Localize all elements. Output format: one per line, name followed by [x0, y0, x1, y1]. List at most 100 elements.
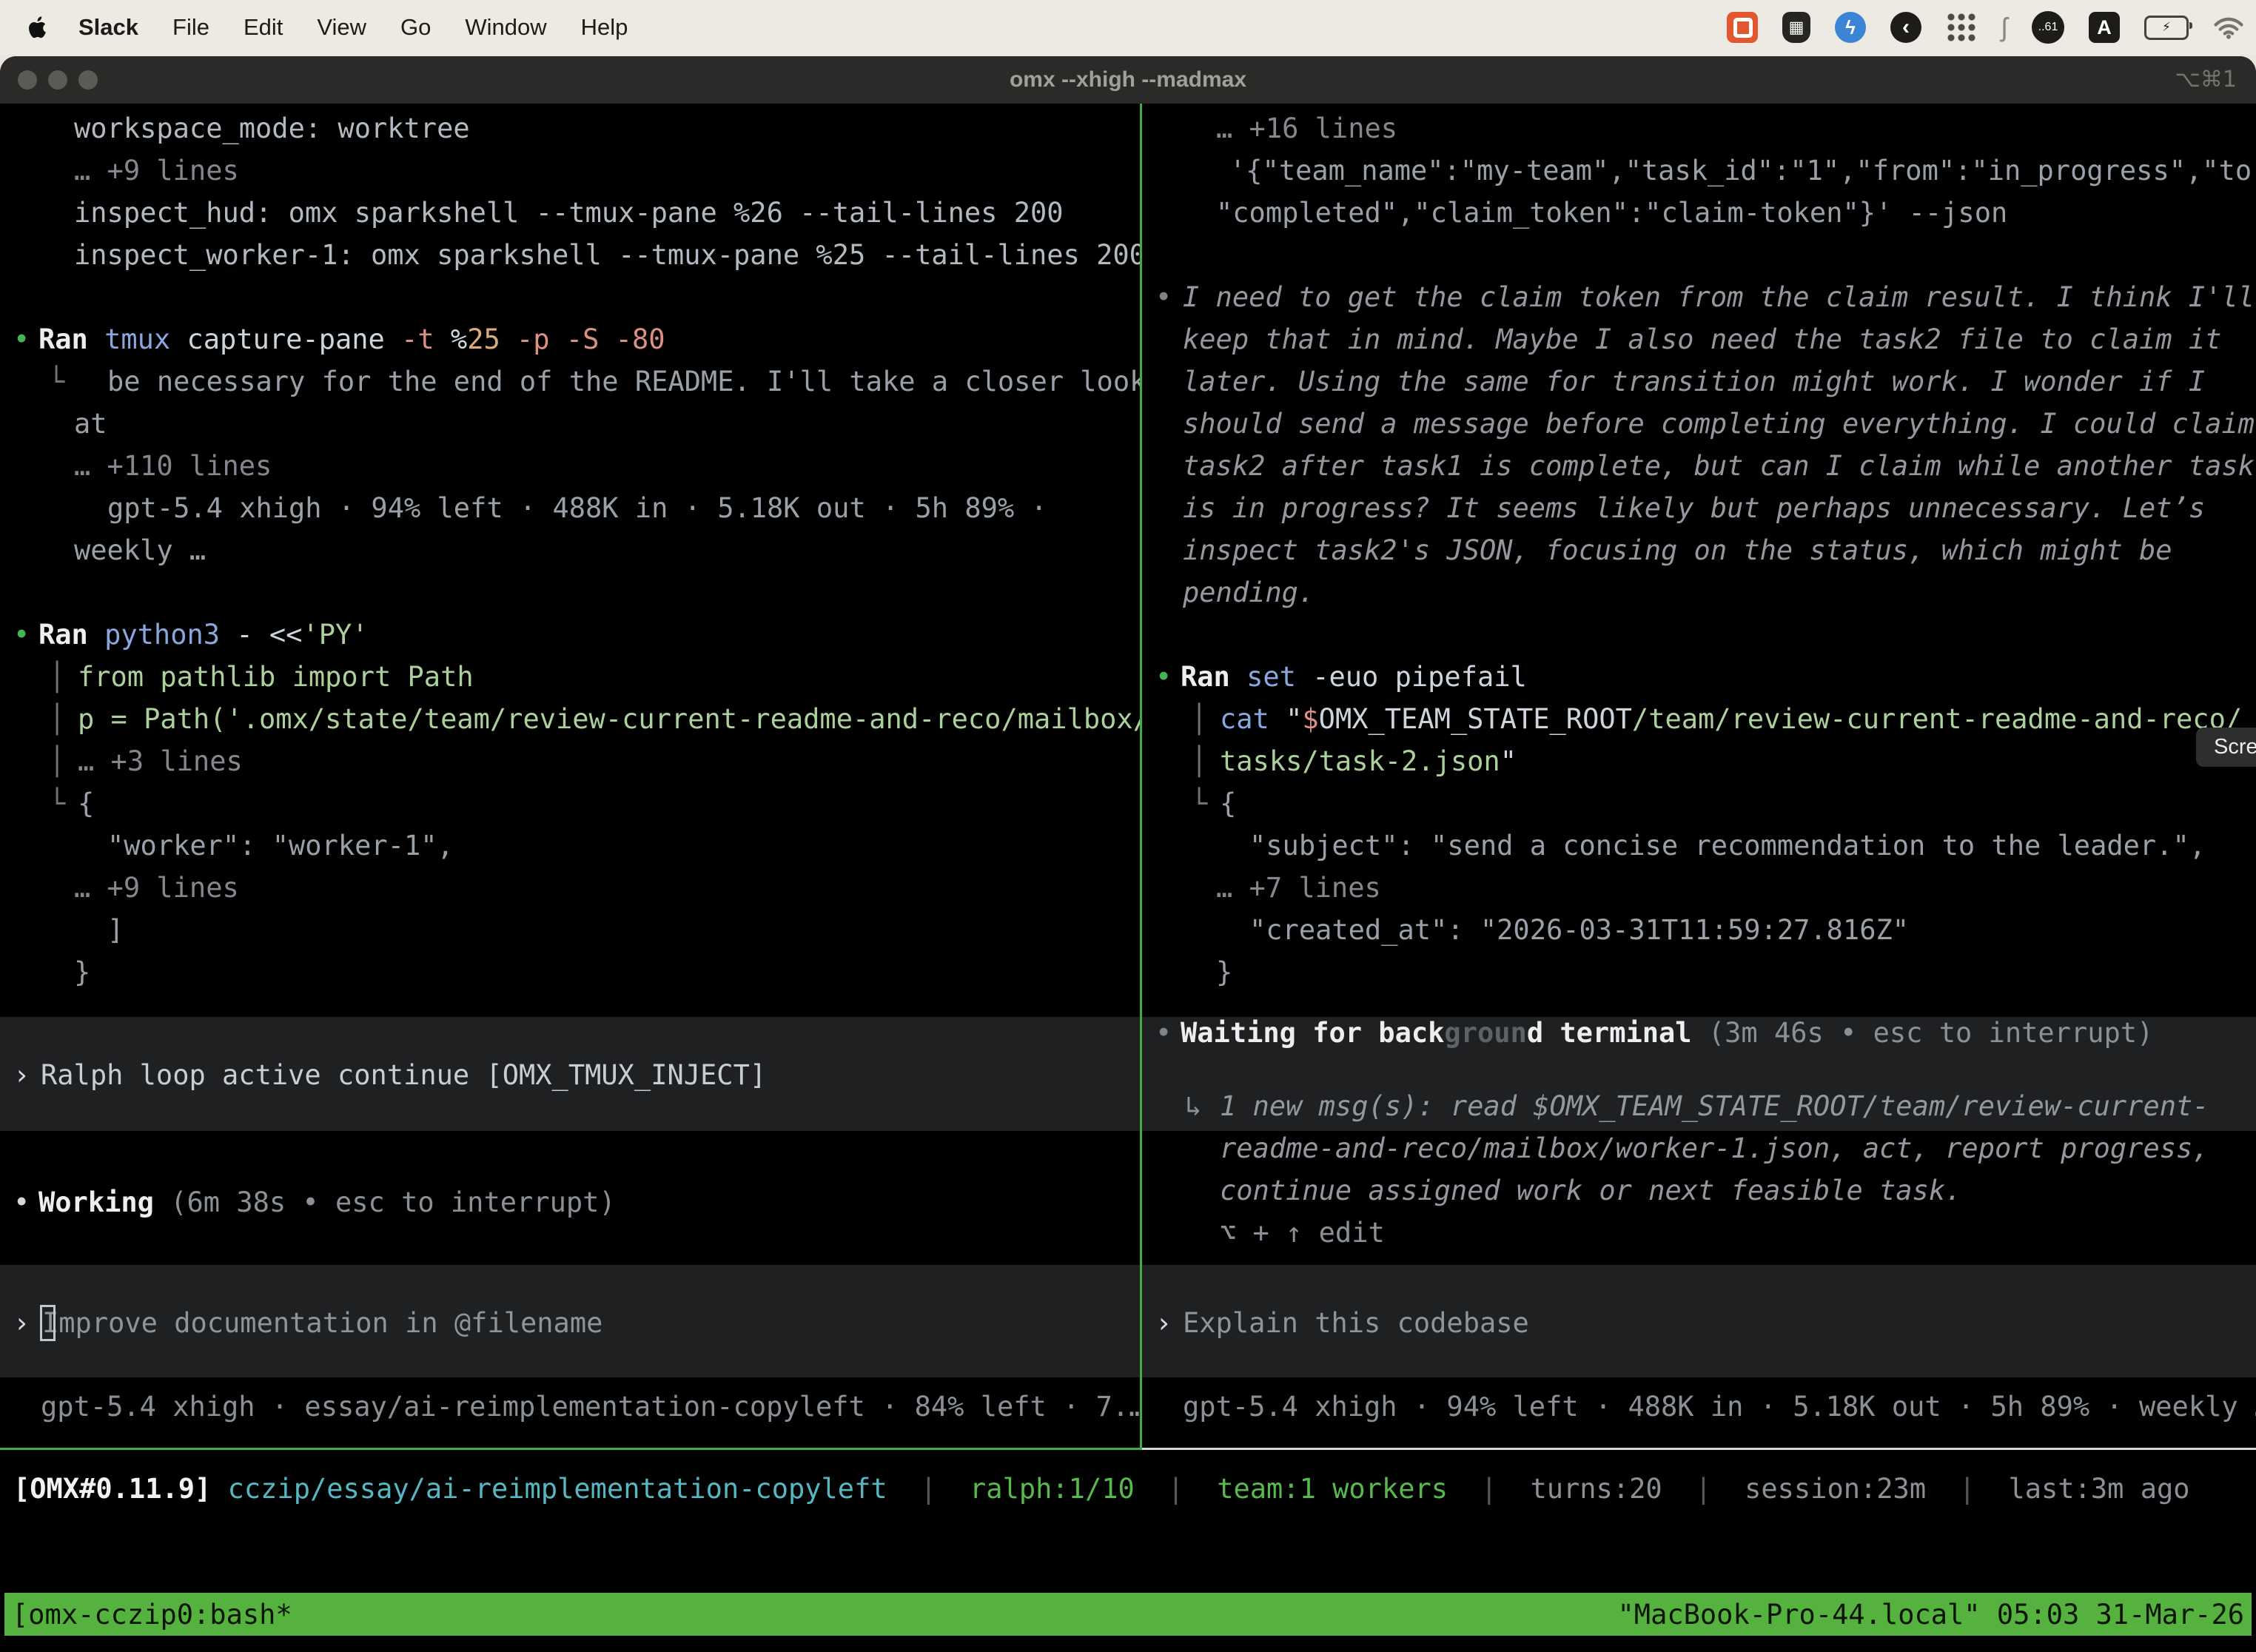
right-pane-bottom-border	[1142, 1448, 2256, 1450]
text-segment: "subject": "send a concise recommendatio…	[1249, 830, 2206, 862]
window-titlebar[interactable]: omx --xhigh --madmax ⌥⌘1	[0, 56, 2256, 104]
text-segment: OMX_TEAM_STATE_ROOT	[1319, 703, 1632, 735]
text-segment: be necessary for the end of the README. …	[107, 366, 1140, 397]
terminal-row: }	[0, 951, 1140, 993]
text-segment: team:1 workers	[1217, 1473, 1448, 1505]
text-segment: '{"team_name":"my-team","task_id":"1","f…	[1229, 155, 2256, 187]
text-segment: last:3m ago	[2009, 1473, 2190, 1505]
terminal-row: › Improve documentation in @filename	[0, 1302, 1140, 1344]
terminal-row: … +9 lines	[0, 867, 1140, 909]
wifi-icon[interactable]	[2213, 16, 2244, 39]
text-segment: groun	[1444, 1017, 1526, 1049]
text-segment: … +110 lines	[74, 450, 272, 482]
text-segment: 'PY'	[302, 619, 368, 651]
text-segment: inspect_worker-1: omx sparkshell --tmux-…	[74, 239, 1140, 271]
text-segment: (3m 46s • esc to interrupt)	[1708, 1017, 2153, 1049]
terminal-row: workspace_mode: worktree	[0, 107, 1140, 150]
keypad-shield-icon[interactable]: ▦	[1782, 12, 1810, 43]
text-segment: •	[1155, 656, 1172, 698]
terminal-row: › Ralph loop active continue [OMX_TMUX_IN…	[0, 1054, 1140, 1096]
squiggle-icon[interactable]: ʃ	[2001, 12, 2007, 43]
text-segment: ›	[13, 1302, 30, 1344]
menu-item-edit[interactable]: Edit	[244, 14, 283, 41]
terminal-window: omx --xhigh --madmax ⌥⌘1 workspace_mode:…	[0, 56, 2256, 1652]
wifi-glyph	[2213, 16, 2244, 39]
terminal-row: │tasks/task-2.json"	[1142, 740, 2256, 782]
terminal-content[interactable]: workspace_mode: worktree … +9 lines inspec…	[0, 104, 2256, 1652]
text-segment: |	[1448, 1473, 1530, 1505]
window-shortcut: ⌥⌘1	[2175, 56, 2237, 104]
menu-item-file[interactable]: File	[172, 14, 209, 41]
text-segment: │	[49, 698, 65, 740]
text-segment: Explain this codebase	[1183, 1307, 1529, 1339]
terminal-row: inspect_worker-1: omx sparkshell --tmux-…	[0, 234, 1140, 276]
k-circle-icon[interactable]: ‹	[1890, 12, 1921, 43]
menu-item-window[interactable]: Window	[465, 14, 546, 41]
text-segment: … +9 lines	[74, 155, 239, 187]
text-segment: "	[1286, 703, 1302, 735]
text-segment: from pathlib import Path	[78, 661, 474, 693]
menu-bar-status-icons: ▦ ϟ ‹ ʃ ..61 A ⚡	[1727, 0, 2244, 55]
text-segment: •	[13, 318, 30, 360]
bolt-circle-icon[interactable]: ϟ	[1835, 12, 1866, 43]
text-segment: ›	[13, 1054, 30, 1096]
text-segment: |	[887, 1473, 970, 1505]
text-segment: "created_at": "2026-03-31T11:59:27.816Z"	[1249, 914, 1909, 946]
left-pane[interactable]: workspace_mode: worktree … +9 lines inspec…	[0, 104, 1140, 1448]
overlay-tooltip: Scre	[2196, 728, 2256, 767]
badge-61-icon[interactable]: ..61	[2032, 11, 2064, 44]
terminal-row: should send a message before completing …	[1142, 403, 2256, 445]
screenshot-chat-icon[interactable]	[1727, 12, 1758, 43]
text-segment: Improve documentation in @filename	[42, 1307, 602, 1339]
text-segment: {	[1220, 788, 1236, 819]
text-segment: "worker": "worker-1",	[107, 830, 454, 862]
text-segment: gpt-5.4 xhigh · essay/ai-reimplementatio…	[41, 1391, 1140, 1423]
terminal-row: }	[1142, 951, 2256, 993]
right-pane[interactable]: … +16 lines '{"team_name":"my-team","task…	[1142, 104, 2256, 1448]
battery-icon[interactable]: ⚡	[2144, 16, 2189, 40]
terminal-row: at	[0, 403, 1140, 445]
terminal-row: └{	[0, 782, 1140, 825]
assistant-a-icon[interactable]: A	[2089, 12, 2120, 43]
text-segment: ↳	[1185, 1085, 1201, 1127]
terminal-row: •Working (6m 38s • esc to interrupt)	[0, 1181, 1140, 1223]
text-segment: └	[1191, 782, 1207, 825]
text-segment: •	[1155, 276, 1172, 318]
terminal-row: "subject": "send a concise recommendatio…	[1142, 825, 2256, 867]
text-segment: later. Using the same for transition mig…	[1183, 366, 2205, 397]
terminal-row: "created_at": "2026-03-31T11:59:27.816Z"	[1142, 909, 2256, 951]
text-segment: }	[74, 956, 90, 988]
text-segment: weekly …	[74, 534, 206, 566]
text-segment: "completed","claim_token":"claim-token"}…	[1216, 197, 2007, 229]
text-segment: │	[49, 656, 65, 698]
terminal-row: later. Using the same for transition mig…	[1142, 360, 2256, 403]
menu-item-help[interactable]: Help	[581, 14, 628, 41]
text-segment: -p -S -80	[517, 323, 665, 355]
terminal-row: └be necessary for the end of the README.…	[0, 360, 1140, 403]
menu-item-view[interactable]: View	[317, 14, 366, 41]
text-segment: p = Path('.omx/state/team/review-current…	[78, 703, 1140, 735]
text-segment: (6m 38s • esc to interrupt)	[170, 1186, 615, 1218]
terminal-row: inspect task2's JSON, focusing on the st…	[1142, 529, 2256, 571]
text-segment: Working	[38, 1186, 170, 1218]
text-segment: |	[1926, 1473, 2008, 1505]
text-segment: {	[78, 788, 94, 819]
active-app-name[interactable]: Slack	[78, 14, 138, 41]
dots-grid-icon[interactable]	[1946, 12, 1977, 43]
text-segment: … +9 lines	[74, 872, 239, 904]
text-segment: turns:20	[1530, 1473, 1662, 1505]
text-segment: •	[13, 1181, 30, 1223]
text-segment: set	[1246, 661, 1312, 693]
text-segment: session:23m	[1745, 1473, 1926, 1505]
terminal-row: … +7 lines	[1142, 867, 2256, 909]
tmux-status-bar: [omx-cczip0:bash* "MacBook-Pro-44.local"…	[4, 1593, 2252, 1636]
apple-menu-icon[interactable]	[28, 15, 49, 40]
menu-item-go[interactable]: Go	[400, 14, 431, 41]
pane-divider-vertical[interactable]	[1140, 104, 1142, 1450]
text-segment: … +16 lines	[1216, 113, 1397, 144]
text-segment: Ralph loop active continue [OMX_TMUX_INJ…	[41, 1059, 766, 1091]
terminal-row: continue assigned work or next feasible …	[1142, 1169, 2256, 1212]
text-segment: -euo pipefail	[1312, 661, 1527, 693]
text-segment: python3	[104, 619, 236, 651]
text-segment: %	[451, 323, 467, 355]
